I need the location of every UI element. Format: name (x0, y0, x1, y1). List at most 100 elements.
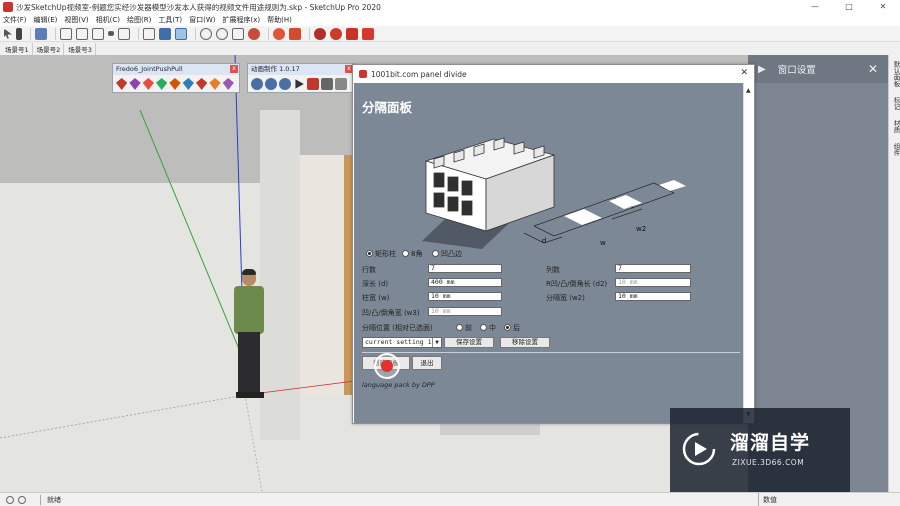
position-radio-front-label: 前 (465, 324, 472, 332)
menu-camera[interactable]: 相机(C) (96, 15, 120, 25)
divwidth-input[interactable]: 10 mm (615, 292, 691, 301)
menu-edit[interactable]: 编辑(E) (34, 15, 58, 25)
type-radio-octagon[interactable] (402, 250, 409, 257)
pushpull-tool-icon-1[interactable] (116, 78, 128, 90)
exit-button[interactable]: 退出 (412, 356, 442, 370)
measurements-label: 数值 (758, 493, 777, 506)
position-radio-middle-label: 中 (489, 324, 496, 332)
pushpull-tool-icon-8[interactable] (209, 78, 221, 90)
extension-gear-icon[interactable] (314, 27, 326, 40)
eraser-tool-icon[interactable] (16, 27, 22, 40)
position-radio-back-label: 后 (513, 324, 520, 332)
ruby-console-icon[interactable] (362, 27, 374, 40)
user-icon[interactable] (18, 495, 26, 504)
extension-warehouse-icon[interactable] (346, 27, 358, 40)
preset-select[interactable]: current setting 1 ▼ (362, 337, 442, 348)
depth-input[interactable]: 400 mm (428, 278, 502, 287)
position-camera-icon[interactable] (248, 27, 260, 40)
textured-icon[interactable] (175, 27, 187, 40)
stop-icon[interactable] (307, 78, 319, 90)
menu-help[interactable]: 帮助(H) (267, 15, 292, 25)
close-icon[interactable]: x (230, 65, 238, 73)
camera-icon[interactable] (251, 78, 263, 90)
animation-toolbar-title-text: 动画制作 1.0.17 (251, 65, 300, 73)
maximize-button[interactable]: □ (832, 0, 866, 14)
close-window-button[interactable]: ✕ (866, 0, 900, 14)
scene-tab-3[interactable]: 场景号3 (65, 42, 96, 55)
toolbar-separator (30, 27, 31, 40)
type-radio-groove[interactable] (432, 250, 439, 257)
fredo-toolbar-icons (113, 75, 239, 93)
window-controls: — □ ✕ (798, 0, 900, 14)
menu-draw[interactable]: 绘图(R) (127, 15, 151, 25)
select-tool-icon[interactable] (4, 28, 12, 39)
menu-view[interactable]: 视图(V) (64, 15, 88, 25)
position-radio-middle[interactable] (480, 324, 487, 331)
dialog-close-icon[interactable]: ✕ (740, 68, 748, 78)
person-torso (234, 286, 264, 334)
side-tab-tags[interactable]: 标记 (891, 97, 900, 110)
warehouse-icon[interactable] (289, 27, 301, 40)
fredo-toolbar-title: Fredo6_JointPushPull x (113, 64, 239, 75)
menu-window[interactable]: 窗口(W) (189, 15, 215, 25)
toolbar-separator (195, 27, 196, 40)
side-tab-materials[interactable]: 材质 (891, 120, 900, 133)
pushpull-tool-icon-7[interactable] (195, 78, 208, 90)
side-tab-components[interactable]: 组件 (891, 143, 900, 156)
scene-tab-1[interactable]: 场景号1 (2, 42, 33, 55)
shaded-icon[interactable] (159, 27, 171, 40)
camera-remove-icon[interactable] (279, 78, 291, 90)
position-radio-front[interactable] (456, 324, 463, 331)
menu-tools[interactable]: 工具(T) (158, 15, 182, 25)
play-icon[interactable] (295, 79, 304, 89)
position-radio-back[interactable] (504, 324, 511, 331)
window-title: 沙发SketchUp视频室-例题您实经沙发器模型沙发本人获得的视频文件用途规则为… (16, 2, 381, 12)
pushpull-tool-icon-4[interactable] (155, 78, 168, 90)
sketchup-app-icon (3, 2, 13, 12)
pushpull-tool-icon-2[interactable] (129, 78, 141, 90)
chamfer-input[interactable]: 10 mm (428, 307, 502, 316)
camera-add-icon[interactable] (265, 78, 277, 90)
width-input[interactable]: 10 mm (428, 292, 502, 301)
right-view-icon[interactable] (108, 31, 114, 36)
delete-settings-button[interactable]: 移除设置 (500, 337, 550, 348)
cols-input[interactable]: 7 (615, 264, 691, 273)
top-view-icon[interactable] (76, 27, 88, 40)
settings-icon[interactable] (321, 78, 333, 90)
dialog-scrollbar[interactable]: ▲ ▼ (743, 83, 754, 423)
back-view-icon[interactable] (118, 27, 130, 40)
component-icon[interactable] (273, 27, 285, 40)
print-icon[interactable] (35, 27, 47, 40)
scene-tab-2[interactable]: 场景号2 (34, 42, 65, 55)
watermark-logo: 溜溜自学 ZIXUE.3D66.COM (670, 408, 850, 492)
pushpull-tool-icon-5[interactable] (169, 78, 181, 90)
toolbar-separator (138, 27, 139, 40)
xray-icon[interactable] (143, 27, 155, 40)
tray-close-icon[interactable]: ✕ (868, 62, 878, 76)
rows-input[interactable]: 7 (428, 264, 502, 273)
menu-extensions[interactable]: 扩展程序(x) (222, 15, 260, 25)
menu-file[interactable]: 文件(F) (3, 15, 27, 25)
side-tab-default[interactable]: 默认面板 (891, 61, 900, 87)
export-icon[interactable] (335, 78, 347, 90)
type-radio-rect[interactable] (366, 250, 373, 257)
cols-label: 列数 (546, 266, 560, 274)
iso-view-icon[interactable] (60, 27, 72, 40)
scroll-up-icon[interactable]: ▲ (746, 87, 751, 94)
recess-input[interactable]: 10 mm (615, 278, 691, 287)
extension-settings-icon[interactable] (330, 27, 342, 40)
save-settings-button[interactable]: 保存设置 (444, 337, 494, 348)
info-icon[interactable] (6, 495, 14, 504)
pushpull-tool-icon-6[interactable] (182, 78, 194, 90)
dialog-divider (362, 352, 740, 353)
minimize-button[interactable]: — (798, 0, 832, 14)
walk-icon[interactable] (200, 27, 212, 40)
animation-toolbar-title: 动画制作 1.0.17 x (248, 64, 354, 75)
pushpull-tool-icon-3[interactable] (142, 78, 154, 90)
front-view-icon[interactable] (92, 27, 104, 40)
tray-expand-icon[interactable]: ▶ (758, 64, 766, 75)
pushpull-tool-icon-9[interactable] (222, 78, 234, 90)
pan-icon[interactable] (232, 27, 244, 40)
orbit-icon[interactable] (216, 27, 228, 40)
preset-select-value: current setting 1 (365, 338, 432, 346)
